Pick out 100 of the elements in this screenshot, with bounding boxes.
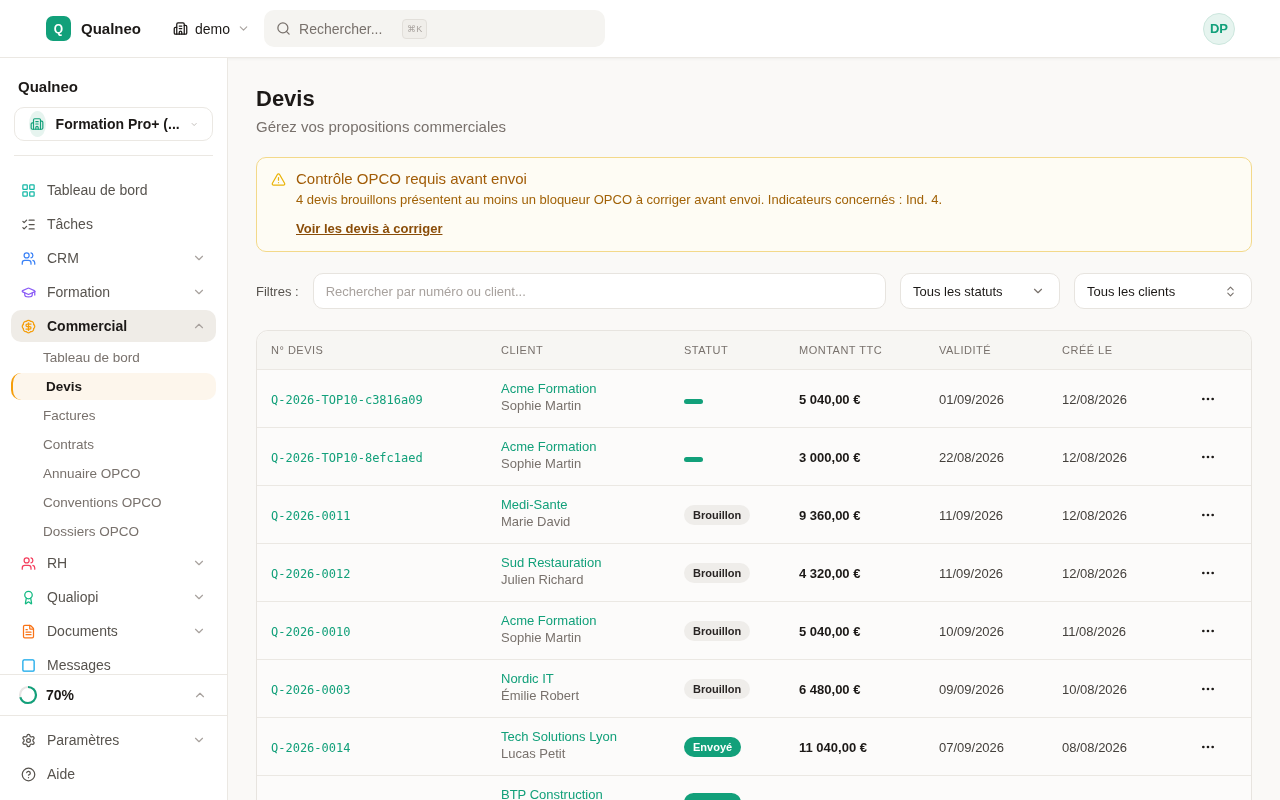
validity-cell: 11/09/2026	[939, 507, 1004, 523]
contact-name: Lucas Petit	[501, 746, 567, 761]
nav-item[interactable]: Documents	[11, 615, 216, 648]
column-header: CLIENT	[501, 344, 545, 356]
status-badge: Brouillon	[684, 620, 751, 641]
alert-title: Contrôle OPCO requis avant envoi	[296, 170, 528, 187]
created-cell: 12/08/2026	[1062, 449, 1128, 465]
building-icon	[30, 117, 45, 132]
alert-message: 4 devis brouillons présentent au moins un bloqueur OPCO à corriger avant envoi. Indicateurs concernés : Ind. 4.	[296, 192, 943, 207]
contact-name: Sophie Martin	[501, 630, 583, 645]
nav-item[interactable]: Aide	[11, 758, 216, 790]
dollar-icon	[21, 318, 36, 334]
client-link[interactable]: Acme Formation	[501, 381, 684, 396]
created-cell: 12/08/2026	[1062, 565, 1128, 581]
quote-number-link[interactable]: Q-2026-TOP10-c3816a09	[271, 392, 423, 407]
client-link[interactable]: Acme Formation	[501, 439, 684, 454]
page-title: Devis	[256, 86, 316, 112]
amount-cell: 9 360,00 €	[799, 507, 861, 523]
column-header: VALIDITÉ	[939, 344, 993, 356]
nav-item[interactable]: RH	[11, 547, 216, 580]
validity-cell: 01/09/2026	[939, 391, 1005, 407]
quote-number-link[interactable]: Q-2026-0010	[271, 624, 351, 639]
amount-cell: 11 040,00 €	[799, 739, 867, 755]
quote-number-link[interactable]: Q-2026-TOP10-8efc1aed	[271, 450, 423, 465]
nav-subitem[interactable]: Dossiers OPCO	[11, 518, 216, 546]
client-link[interactable]: Tech Solutions Lyon	[501, 729, 684, 744]
validity-cell: 09/09/2026	[939, 681, 1005, 697]
settings-icon	[21, 732, 36, 748]
contact-name: Marie David	[501, 514, 572, 529]
column-header: N° DEVIS	[271, 344, 325, 356]
status-badge: Brouillon	[684, 562, 751, 583]
alert-link[interactable]: Voir les devis à corriger	[296, 221, 443, 236]
validity-cell: 10/09/2026	[939, 623, 1005, 639]
nav-subitem[interactable]: Contrats	[11, 431, 216, 459]
contact-name: Émilie Robert	[501, 688, 581, 703]
status-select[interactable]: Tous les statuts	[900, 273, 1060, 309]
created-cell: 10/08/2026	[1062, 681, 1128, 697]
building-icon	[173, 21, 188, 36]
nav-subitem[interactable]: Devis	[11, 373, 216, 401]
search-icon	[276, 21, 292, 36]
status-badge: Envoyé	[684, 736, 742, 757]
amount-cell: 6 480,00 €	[799, 681, 861, 697]
client-link[interactable]: BTP Construction	[501, 787, 684, 800]
validity-cell: 07/09/2026	[939, 739, 1005, 755]
grid-icon	[21, 182, 36, 198]
nav-item[interactable]: Paramètres	[11, 724, 216, 756]
search-field[interactable]: Rechercher... ⌘K	[264, 10, 606, 47]
client-link[interactable]: Medi-Sante	[501, 497, 684, 512]
nav-subitem[interactable]: Tableau de bord	[11, 344, 216, 372]
page-subtitle: Gérez vos propositions commerciales	[256, 118, 508, 135]
amount-cell: 4 320,00 €	[799, 565, 861, 581]
status-badge: Brouillon	[684, 504, 751, 525]
column-header: MONTANT TTC	[799, 344, 884, 356]
quote-number-link[interactable]: Q-2026-0014	[271, 740, 351, 755]
user-avatar[interactable]: DP	[1203, 12, 1235, 45]
column-header: STATUT	[684, 344, 730, 356]
shortcut-key: ⌘K	[402, 18, 428, 39]
nav-item[interactable]: Tableau de bord	[11, 174, 216, 207]
search-field[interactable]: Rechercher par numéro ou client...	[312, 273, 886, 309]
client-link[interactable]: Acme Formation	[501, 613, 684, 628]
client-link[interactable]: Sud Restauration	[501, 555, 684, 570]
progress-label: 70%	[46, 687, 75, 704]
checklist-icon	[21, 216, 36, 232]
contact-name: Sophie Martin	[501, 398, 583, 413]
nav-item[interactable]: Formation	[11, 276, 216, 309]
nav-item[interactable]: Commercial	[11, 310, 216, 343]
users-icon	[21, 250, 36, 266]
created-cell: 11/08/2026	[1062, 623, 1127, 639]
client-select[interactable]: Tous les clients	[1074, 273, 1252, 309]
validity-cell: 22/08/2026	[939, 449, 1005, 465]
workspace-selector[interactable]: demo	[173, 20, 251, 37]
quote-number-link[interactable]: Q-2026-0011	[271, 508, 351, 523]
created-cell: 12/08/2026	[1062, 507, 1128, 523]
amount-cell: 3 000,00 €	[799, 449, 861, 465]
document-icon	[21, 623, 36, 639]
created-cell: 08/08/2026	[1062, 739, 1128, 755]
search-placeholder: Rechercher...	[299, 20, 383, 37]
organization-selector[interactable]: Formation Pro+ (...	[14, 107, 213, 142]
nav-subitem[interactable]: Annuaire OPCO	[11, 460, 216, 488]
validity-cell: 11/09/2026	[939, 565, 1004, 581]
users-icon	[21, 555, 36, 571]
nav-subitem[interactable]: Factures	[11, 402, 216, 430]
nav-item[interactable]: Qualiopi	[11, 581, 216, 614]
contact-name: Sophie Martin	[501, 456, 583, 471]
nav-item[interactable]: Messages	[11, 649, 216, 675]
amount-cell: 5 040,00 €	[799, 623, 861, 639]
quote-number-link[interactable]: Q-2026-0012	[271, 566, 351, 581]
amount-cell: 5 040,00 €	[799, 391, 861, 407]
app-logo[interactable]: Q	[46, 16, 71, 41]
column-header: CRÉÉ LE	[1062, 344, 1114, 356]
nav-item[interactable]: CRM	[11, 242, 216, 275]
chevrons-up-down-icon	[1224, 284, 1237, 298]
quote-number-link[interactable]: Q-2026-0003	[271, 682, 351, 697]
client-link[interactable]: Nordic IT	[501, 671, 684, 686]
warning-icon	[271, 172, 286, 187]
created-cell: 12/08/2026	[1062, 391, 1128, 407]
contact-name: Julien Richard	[501, 572, 585, 587]
help-icon	[21, 766, 36, 782]
nav-subitem[interactable]: Conventions OPCO	[11, 489, 216, 517]
nav-item[interactable]: Tâches	[11, 208, 216, 241]
